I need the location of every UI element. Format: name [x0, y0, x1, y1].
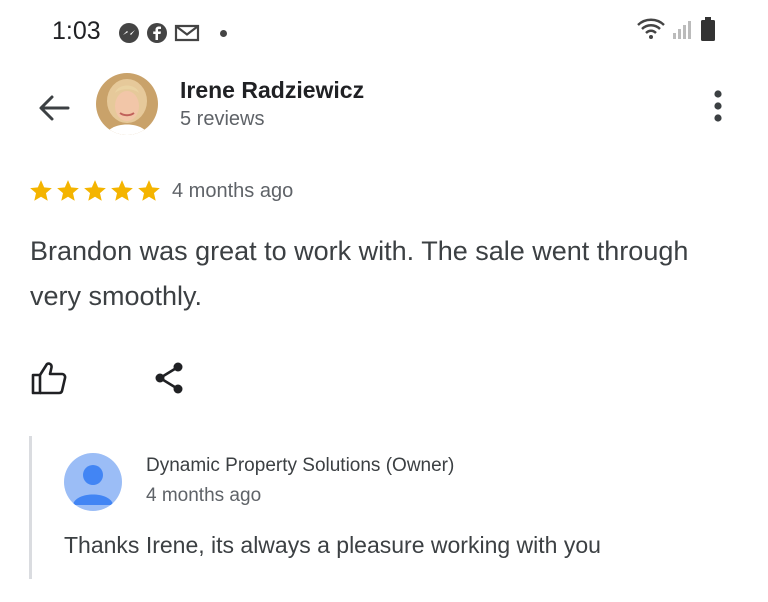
battery-icon — [700, 16, 716, 47]
wifi-icon — [636, 17, 666, 46]
reviewer-review-count: 5 reviews — [180, 108, 265, 130]
star-icon — [138, 180, 160, 201]
reviewer-name[interactable]: Irene Radziewicz — [180, 77, 364, 104]
owner-reply-text: Thanks Irene, its always a pleasure work… — [64, 532, 601, 558]
signal-icon — [672, 17, 694, 46]
star-icon — [111, 180, 133, 201]
star-rating — [28, 178, 162, 204]
status-system-icons — [636, 16, 716, 47]
status-time: 1:03 — [52, 17, 101, 45]
gmail-icon — [174, 22, 200, 44]
share-button[interactable] — [152, 360, 186, 396]
back-button[interactable] — [34, 88, 74, 128]
review-text: Brandon was great to work with. The sale… — [30, 236, 689, 311]
messenger-icon — [118, 22, 140, 44]
star-icon — [84, 180, 106, 201]
more-vert-icon — [714, 90, 722, 122]
thumbs-up-icon — [31, 362, 67, 395]
share-icon — [155, 362, 183, 394]
notification-dot — [220, 29, 227, 37]
person-icon — [73, 465, 113, 505]
status-app-icons — [118, 22, 227, 44]
facebook-icon — [146, 22, 168, 44]
reply-divider — [29, 436, 32, 579]
star-icon — [57, 180, 79, 201]
review-age: 4 months ago — [172, 180, 294, 202]
more-options-button[interactable] — [706, 88, 730, 124]
owner-name: Dynamic Property Solutions (Owner) — [146, 455, 455, 476]
owner-reply-age: 4 months ago — [146, 485, 262, 506]
arrow-left-icon — [39, 95, 70, 121]
star-icon — [30, 180, 52, 201]
review-detail-screen: 1:03 Irene Radziewicz 5 reviews 4 months… — [0, 0, 768, 602]
owner-avatar — [64, 453, 122, 511]
like-button[interactable] — [30, 360, 68, 396]
reviewer-avatar[interactable] — [96, 73, 158, 135]
